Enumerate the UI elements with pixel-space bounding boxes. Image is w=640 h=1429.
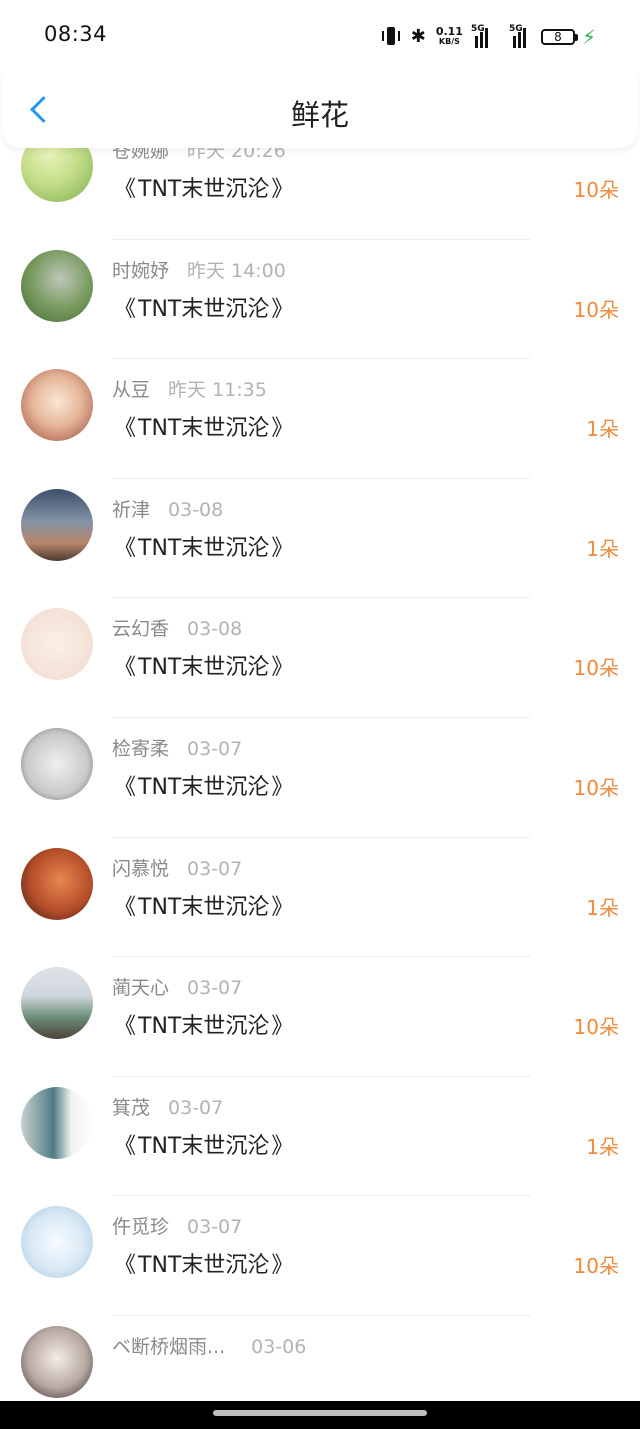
list-item[interactable]: 时婉妤 昨天 14:00 《TNT末世沉沦》 10朵: [0, 240, 640, 360]
flower-amount: 10朵: [573, 1254, 619, 1279]
page-title: 鲜花: [290, 98, 349, 132]
network-speed-value: 0.11: [435, 25, 463, 38]
book-title[interactable]: 《TNT末世沉沦》: [112, 171, 295, 203]
avatar[interactable]: [21, 1325, 93, 1398]
avatar[interactable]: [21, 488, 93, 561]
avatar[interactable]: [21, 1086, 93, 1159]
user-name[interactable]: 仵觅珍: [112, 1216, 169, 1238]
book-title[interactable]: 《TNT末世沉沦》: [112, 769, 295, 801]
avatar[interactable]: [21, 369, 93, 442]
list-item[interactable]: 箕茂 03-07 《TNT末世沉沦》 1朵: [0, 1077, 640, 1197]
flower-amount: 10朵: [573, 775, 619, 800]
flower-amount: 1朵: [586, 1134, 619, 1159]
avatar[interactable]: [21, 249, 93, 322]
book-title[interactable]: 《TNT末世沉沦》: [112, 1247, 295, 1279]
home-indicator[interactable]: [213, 1410, 427, 1416]
network-speed-unit: KB/S: [438, 37, 460, 46]
timestamp: 03-08: [187, 618, 243, 641]
user-name[interactable]: 闪慕悦: [112, 858, 169, 880]
flower-amount: 10朵: [573, 178, 619, 202]
flower-amount: 10朵: [573, 1015, 619, 1040]
flower-amount: 1朵: [586, 895, 619, 920]
flower-list: 苍婉娜 昨天 20:26 《TNT末世沉沦》 10朵 时婉妤 昨天 14:00 《T…: [0, 130, 640, 1429]
list-item[interactable]: 检寄柔 03-07 《TNT末世沉沦》 10朵: [0, 718, 640, 838]
page-header: 鲜花: [2, 70, 638, 148]
sim2-label: 5G: [508, 24, 523, 34]
list-item[interactable]: 仵觅珍 03-07 《TNT末世沉沦》 10朵: [0, 1196, 640, 1316]
user-name[interactable]: 从豆: [112, 379, 150, 401]
user-name[interactable]: ベ断桥烟雨...: [112, 1336, 225, 1358]
bluetooth-icon: ✱: [410, 26, 426, 47]
flower-amount: 10朵: [573, 656, 619, 681]
charging-bolt-icon: ⚡: [581, 25, 596, 49]
timestamp: 03-08: [168, 498, 224, 521]
book-title[interactable]: 《TNT末世沉沦》: [112, 530, 295, 562]
timestamp: 03-07: [168, 1096, 224, 1119]
system-navigation-bar: [0, 1401, 640, 1429]
flower-amount: 1朵: [586, 417, 619, 442]
list-item[interactable]: 云幻香 03-08 《TNT末世沉沦》 10朵: [0, 598, 640, 718]
timestamp: 03-07: [187, 1216, 243, 1239]
sim1-label: 5G: [470, 24, 485, 34]
user-name[interactable]: 祈津: [112, 499, 150, 521]
book-title[interactable]: 《TNT末世沉沦》: [112, 291, 295, 323]
avatar[interactable]: [21, 967, 93, 1040]
vibrate-icon: [381, 26, 401, 48]
flower-amount: 1朵: [586, 536, 619, 561]
list-item[interactable]: 闪慕悦 03-07 《TNT末世沉沦》 1朵: [0, 838, 640, 958]
status-icons: ✱ 0.11 KB/S 5G 5G 8 ⚡: [381, 24, 596, 50]
screen: 08:34 ✱ 0.11 KB/S 5G 5G 8 ⚡ 鲜花 苍婉娜 昨天 20…: [0, 0, 640, 1429]
battery-icon: 8 ⚡: [540, 25, 596, 49]
avatar[interactable]: [21, 727, 93, 800]
book-title[interactable]: 《TNT末世沉沦》: [112, 889, 295, 921]
list-item[interactable]: 祈津 03-08 《TNT末世沉沦》 1朵: [0, 479, 640, 599]
book-title[interactable]: 《TNT末世沉沦》: [112, 410, 295, 442]
timestamp: 昨天 14:00: [187, 259, 286, 282]
avatar[interactable]: [21, 1206, 93, 1279]
user-name[interactable]: 检寄柔: [112, 738, 169, 760]
list-item[interactable]: 蔺天心 03-07 《TNT末世沉沦》 10朵: [0, 957, 640, 1077]
status-time: 08:34: [44, 22, 108, 46]
timestamp: 03-07: [187, 977, 243, 1000]
avatar[interactable]: [21, 608, 93, 681]
timestamp: 03-07: [187, 737, 243, 760]
book-title[interactable]: 《TNT末世沉沦》: [112, 649, 295, 681]
book-title[interactable]: 《TNT末世沉沦》: [112, 1128, 295, 1160]
timestamp: 昨天 11:35: [168, 379, 267, 402]
user-name[interactable]: 时婉妤: [112, 260, 169, 282]
network-speed: 0.11 KB/S: [435, 25, 463, 47]
timestamp: 03-07: [187, 857, 243, 880]
list-item[interactable]: 从豆 昨天 11:35 《TNT末世沉沦》 1朵: [0, 359, 640, 479]
avatar[interactable]: [21, 847, 93, 920]
user-name[interactable]: 箕茂: [112, 1097, 150, 1119]
user-name[interactable]: 蔺天心: [112, 977, 169, 999]
flower-amount: 10朵: [573, 297, 619, 322]
book-title[interactable]: 《TNT末世沉沦》: [112, 1008, 295, 1040]
user-name[interactable]: 云幻香: [112, 618, 169, 640]
signal-icon-sim1: 5G: [470, 24, 493, 48]
status-bar: 08:34 ✱ 0.11 KB/S 5G 5G 8 ⚡: [0, 0, 640, 70]
signal-icon-sim2: 5G: [508, 24, 531, 48]
battery-level: 8: [540, 29, 575, 45]
timestamp: 03-06: [251, 1335, 307, 1358]
